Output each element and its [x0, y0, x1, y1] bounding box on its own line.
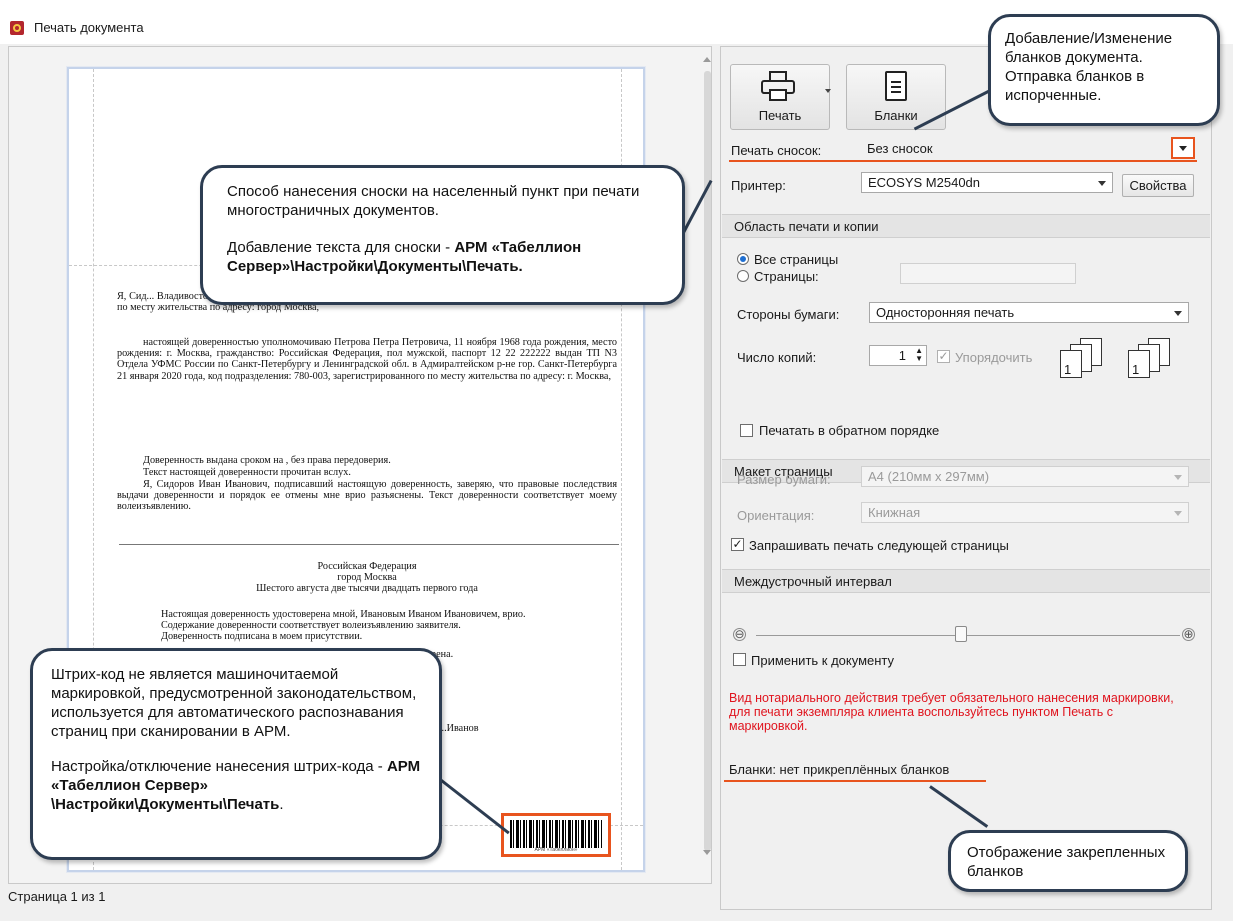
orientation-select[interactable]: Книжная: [861, 502, 1189, 523]
printer-icon: [761, 71, 795, 101]
apply-to-document-label[interactable]: Применить к документу: [751, 653, 894, 668]
sides-select-value: Односторонняя печать: [876, 305, 1015, 320]
callout-barcode-tail: .: [279, 796, 284, 813]
printer-select[interactable]: ECOSYS M2540dn: [861, 172, 1113, 193]
copies-input[interactable]: 1 ▲ ▼: [869, 345, 927, 366]
scroll-down-icon[interactable]: [703, 850, 711, 855]
chevron-down-icon: [1098, 181, 1106, 186]
properties-button[interactable]: Свойства: [1122, 174, 1194, 197]
spacing-slider-track[interactable]: [756, 635, 1180, 636]
callout-barcode-prefix: Настройка/отключение нанесения штрих-код…: [51, 758, 387, 775]
chevron-down-icon[interactable]: [825, 89, 831, 93]
copies-label: Число копий:: [737, 350, 817, 365]
print-area-header: Область печати и копии: [722, 214, 1210, 238]
footnotes-select[interactable]: Без сносок: [861, 139, 1171, 160]
app-logo-icon: [10, 21, 24, 35]
cert-line-4: Настоящая доверенность удостоверена мной…: [161, 609, 526, 620]
footnotes-highlight: [729, 160, 1197, 162]
pages-radio[interactable]: [737, 270, 749, 282]
doc-paragraph-4: Текст настоящей доверенности прочитан вс…: [117, 467, 617, 478]
footnotes-dropdown-icon[interactable]: [1171, 137, 1195, 159]
sides-select[interactable]: Односторонняя печать: [869, 302, 1189, 323]
collated-copies-icon: 321: [1128, 338, 1178, 378]
callout-barcode-setting: Настройка/отключение нанесения штрих-код…: [51, 757, 421, 814]
page-counter: Страница 1 из 1: [8, 889, 106, 904]
stepper-icon[interactable]: ▲ ▼: [915, 347, 923, 363]
callout-footnotes: Способ нанесения сноски на населенный пу…: [200, 165, 685, 305]
doc-paragraph-2-text: настоящей доверенностью уполномочиваю Пе…: [117, 337, 617, 382]
collate-label: Упорядочить: [955, 350, 1033, 365]
vertical-scrollbar[interactable]: [700, 57, 714, 851]
orientation-label: Ориентация:: [737, 508, 815, 523]
pages-input[interactable]: [900, 263, 1076, 284]
footnotes-label: Печать сносок:: [731, 143, 822, 158]
printer-select-value: ECOSYS M2540dn: [868, 175, 981, 190]
doc-paragraph-2: настоящей доверенностью уполномочиваю Пе…: [117, 337, 617, 382]
cert-line-3: Шестого августа две тысячи двадцать перв…: [256, 583, 478, 594]
chevron-down-icon: [1174, 511, 1182, 516]
callout-footnotes-text: Способ нанесения сноски на населенный пу…: [227, 183, 640, 219]
copies-value: 1: [898, 348, 906, 363]
doc-separator: [119, 544, 619, 545]
paper-size-select[interactable]: A4 (210мм x 297мм): [861, 466, 1189, 487]
sides-label: Стороны бумаги:: [737, 307, 840, 322]
decrease-spacing-icon[interactable]: ⊖: [733, 628, 746, 641]
apply-to-document-checkbox[interactable]: [733, 653, 746, 666]
ask-next-page-label[interactable]: Запрашивать печать следующей страницы: [749, 538, 1009, 553]
callout-attached-blanks: Отображение закрепленных бланков: [948, 830, 1188, 892]
callout-footnotes-setting: Добавление текста для сноски - АРМ «Табе…: [227, 238, 658, 276]
doc-paragraph-3-text: Доверенность выдана сроком на , без прав…: [143, 455, 391, 466]
orientation-value: Книжная: [868, 505, 921, 520]
all-pages-radio[interactable]: [737, 253, 749, 265]
callout-barcode: Штрих-код не является машиночитаемой мар…: [30, 648, 442, 860]
scroll-up-icon[interactable]: [703, 57, 711, 62]
cert-line-8: ...Иванов: [439, 723, 479, 734]
ask-next-page-checkbox[interactable]: ✓: [731, 538, 744, 551]
callout-barcode-text: Штрих-код не является машиночитаемой мар…: [51, 666, 417, 740]
collate-checkbox[interactable]: ✓: [937, 350, 950, 363]
print-button[interactable]: Печать: [730, 64, 831, 130]
marking-warning: Вид нотариального действия требует обяза…: [729, 691, 1174, 733]
reverse-order-label[interactable]: Печатать в обратном порядке: [759, 423, 939, 438]
cert-line-2: город Москва: [337, 572, 397, 583]
cert-line-1: Российская Федерация: [317, 561, 417, 572]
spacing-slider-thumb[interactable]: [955, 626, 967, 642]
doc-paragraph-3: Доверенность выдана сроком на , без прав…: [117, 455, 617, 466]
callout-blanks: Добавление/Изменение бланков документа. …: [988, 14, 1220, 126]
window-title: Печать документа: [34, 20, 144, 35]
barcode-highlight: АРМ «Табеллион»: [501, 813, 611, 857]
callout-footnotes-prefix: Добавление текста для сноски -: [227, 239, 455, 256]
document-icon: [885, 71, 907, 101]
increase-spacing-icon[interactable]: ⊕: [1182, 628, 1195, 641]
printer-label: Принтер:: [731, 178, 786, 193]
barcode-caption: АРМ «Табеллион»: [534, 847, 578, 853]
cert-line-5: Содержание доверенности соответствует во…: [161, 620, 461, 631]
doc-paragraph-4-text: Текст настоящей доверенности прочитан вс…: [143, 467, 351, 478]
reverse-order-checkbox[interactable]: [740, 424, 753, 437]
doc-paragraph-5-text: Я, Сидоров Иван Иванович, подписавший на…: [117, 479, 617, 513]
line-spacing-header: Междустрочный интервал: [722, 569, 1210, 593]
print-button-label: Печать: [758, 108, 802, 123]
barcode-icon: [510, 820, 602, 848]
paper-size-label: Размер бумаги:: [737, 472, 831, 487]
collated-copies-icon: 321: [1060, 338, 1110, 378]
doc-paragraph-5: Я, Сидоров Иван Иванович, подписавший на…: [117, 479, 617, 513]
attached-blanks-status: Бланки: нет прикреплённых бланков: [729, 762, 950, 777]
pages-label[interactable]: Страницы:: [754, 269, 819, 284]
paper-size-value: A4 (210мм x 297мм): [868, 469, 990, 484]
all-pages-label[interactable]: Все страницы: [754, 252, 838, 267]
blanks-status-highlight: [724, 780, 986, 782]
chevron-down-icon: [1174, 475, 1182, 480]
cert-line-6: Доверенность подписана в моем присутстви…: [161, 631, 363, 642]
chevron-down-icon: [1174, 311, 1182, 316]
